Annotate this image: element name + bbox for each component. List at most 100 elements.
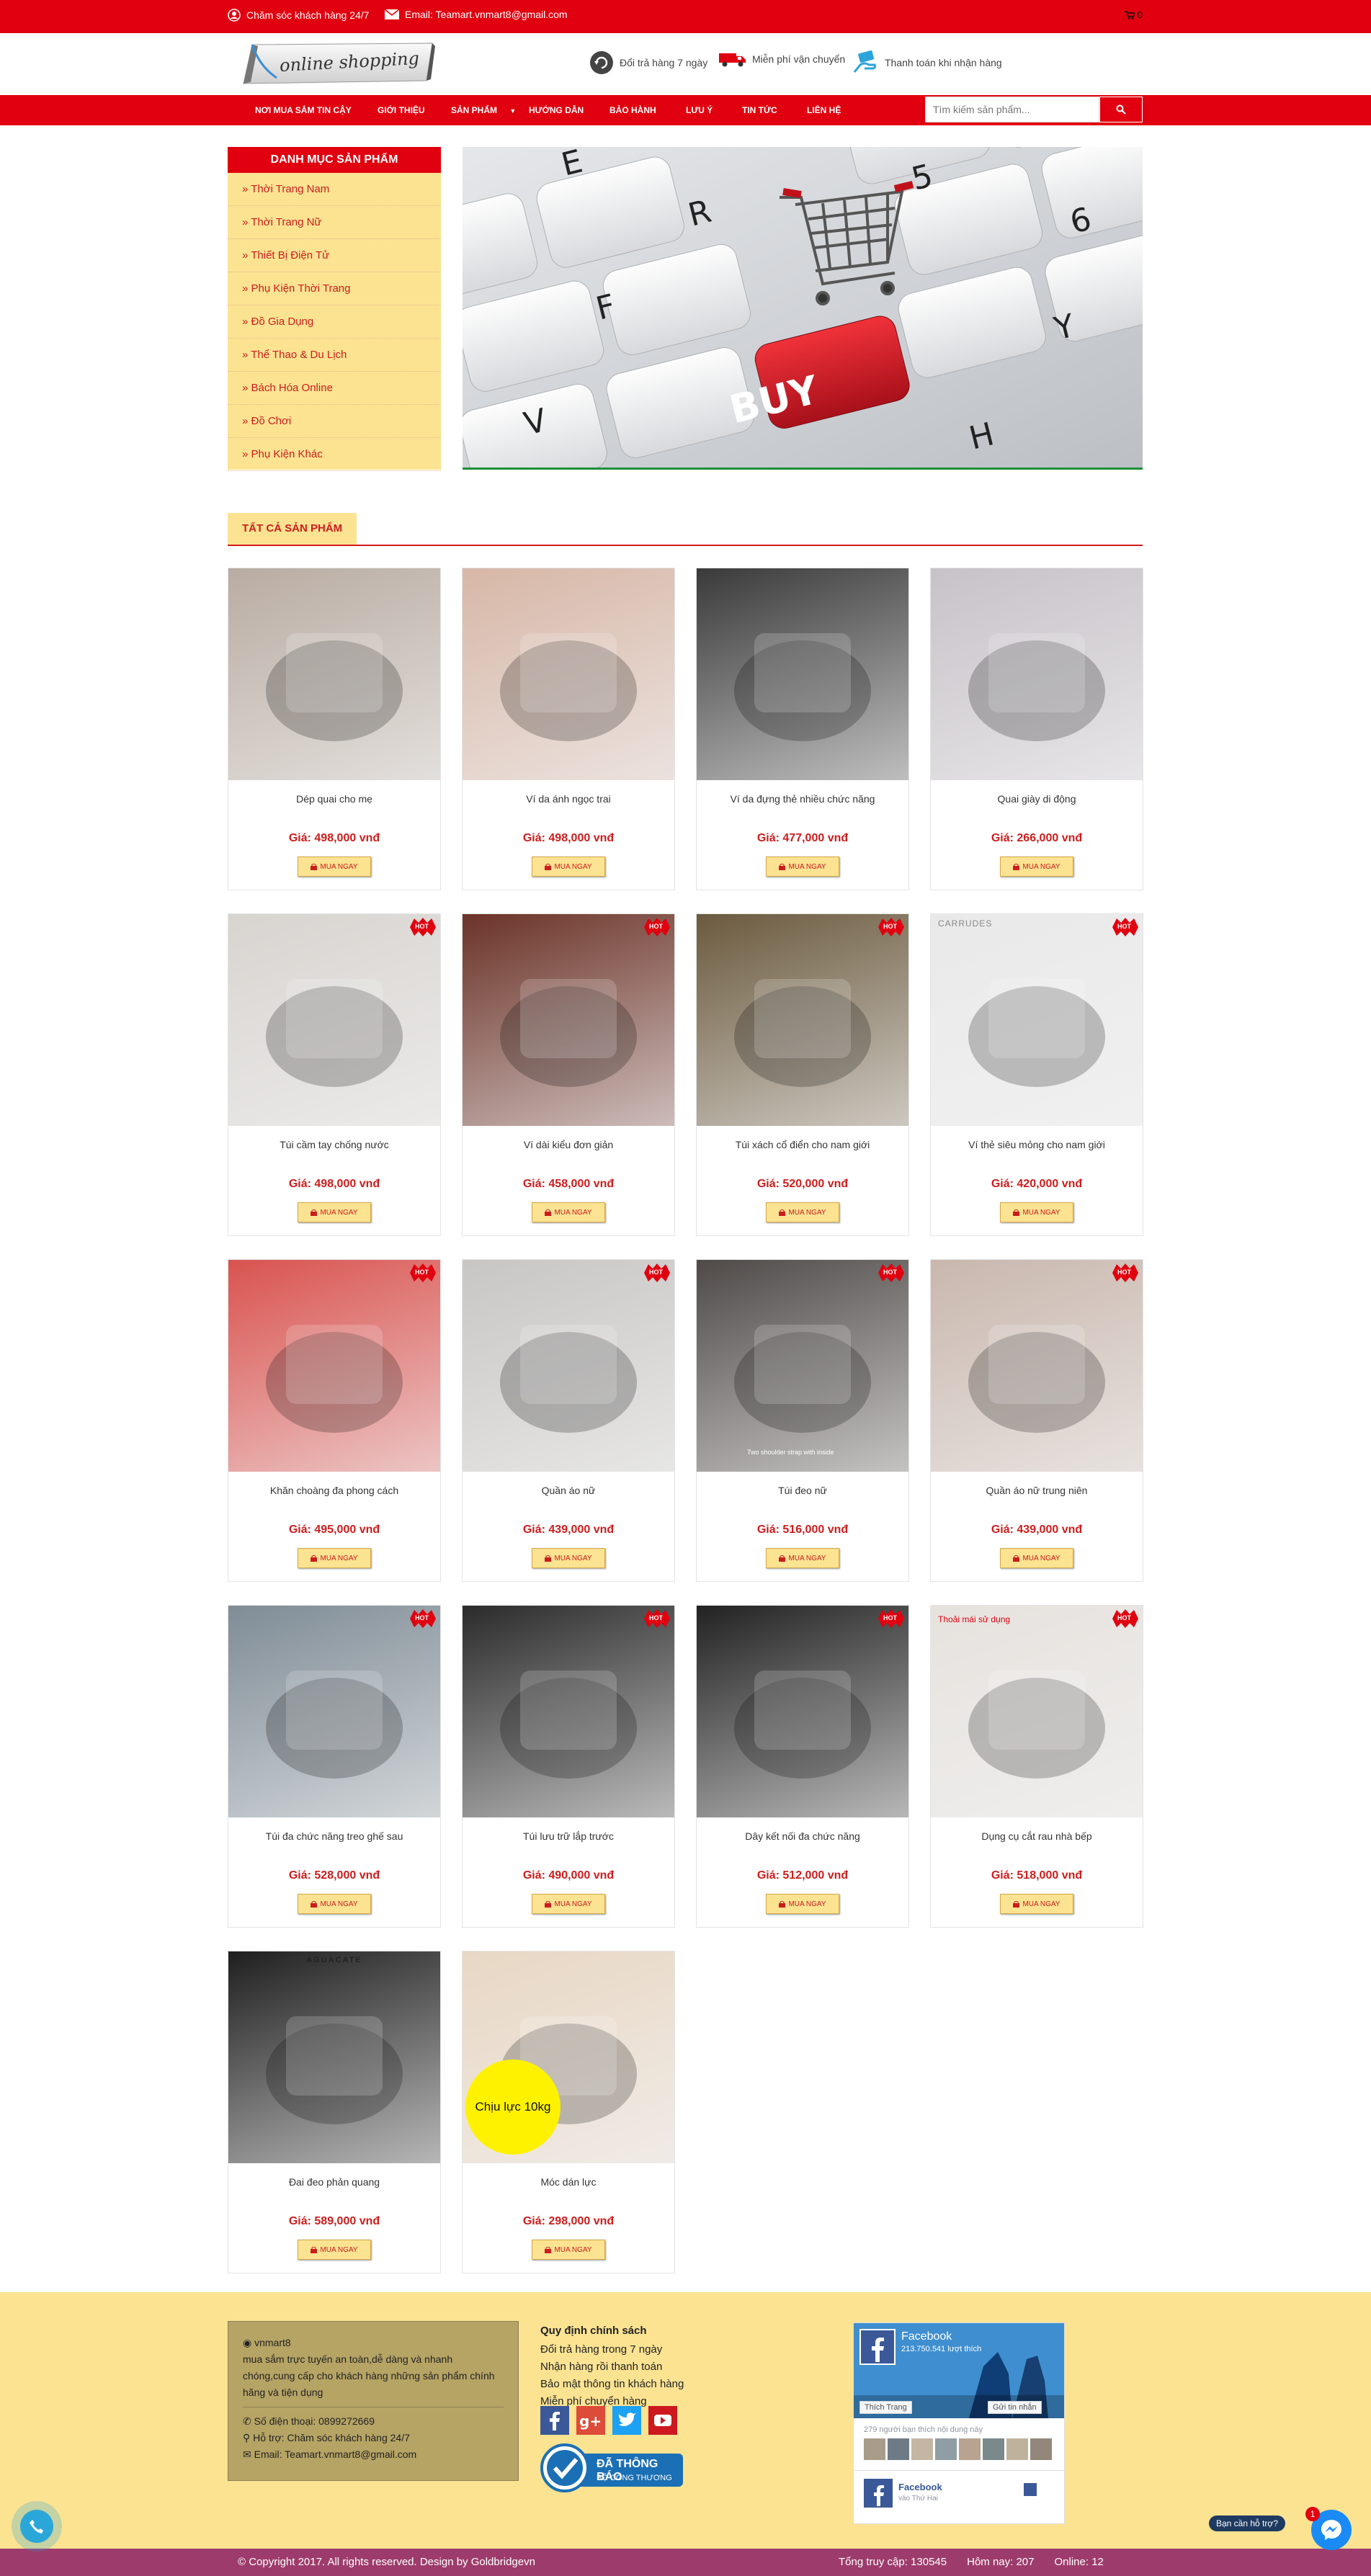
product-name[interactable]: Túi xách cổ điển cho nam giới (697, 1139, 908, 1150)
nav-guide[interactable]: HƯỚNG DẪN (529, 95, 584, 125)
buy-now-button[interactable]: MUA NGAY (298, 1548, 371, 1568)
policy-item[interactable]: Nhận hàng rồi thanh toán (540, 2358, 728, 2376)
product-name[interactable]: Quần áo nữ trung niên (931, 1485, 1143, 1496)
search-input[interactable] (925, 97, 1099, 122)
nav-about[interactable]: GIỚI THIỆU (378, 95, 425, 125)
product-card[interactable]: Dép quai cho mẹ Giá: 498,000 vnđ MUA NGAY (228, 568, 441, 890)
product-card[interactable]: Ví da ánh ngọc trai Giá: 498,000 vnđ MUA N… (462, 568, 675, 890)
product-name[interactable]: Quần áo nữ (463, 1485, 674, 1496)
search-button[interactable] (1099, 97, 1143, 122)
product-name[interactable]: Ví thẻ siêu mỏng cho nam giới (931, 1139, 1143, 1150)
product-image[interactable] (697, 1260, 908, 1472)
category-item[interactable]: » Thể Thao & Du Lịch (228, 339, 441, 372)
product-image[interactable] (463, 568, 674, 780)
buy-now-button[interactable]: MUA NGAY (1000, 1548, 1073, 1568)
product-card[interactable]: HOT Túi đa chức năng treo ghế sau Giá: 528… (228, 1605, 441, 1928)
buy-now-button[interactable]: MUA NGAY (532, 1548, 605, 1568)
product-name[interactable]: Móc dán lực (463, 2176, 674, 2188)
product-card[interactable]: HOT Dụng cụ cắt rau nhà bếp Giá: 518,000 v… (930, 1605, 1143, 1928)
product-image[interactable] (931, 1260, 1143, 1472)
facebook-page-widget[interactable]: Facebook 213.750.541 lượt thích Thích Tr… (853, 2322, 1065, 2524)
product-name[interactable]: Ví da ánh ngọc trai (463, 793, 674, 805)
product-name[interactable]: Ví da đựng thẻ nhiều chức năng (697, 793, 908, 805)
product-name[interactable]: Quai giày di động (931, 793, 1143, 805)
product-name[interactable]: Túi đa chức năng treo ghế sau (228, 1830, 440, 1842)
buy-now-button[interactable]: MUA NGAY (1000, 1202, 1073, 1222)
buy-now-button[interactable]: MUA NGAY (298, 1894, 371, 1914)
buy-now-button[interactable]: MUA NGAY (532, 857, 605, 877)
product-card[interactable]: HOT Dây kết nối đa chức năng Giá: 512,000 … (696, 1605, 909, 1928)
product-image[interactable] (463, 1606, 674, 1817)
buy-now-button[interactable]: MUA NGAY (532, 1202, 605, 1222)
product-card[interactable]: Quai giày di động Giá: 266,000 vnđ MUA NGA… (930, 568, 1143, 890)
product-image[interactable] (463, 914, 674, 1126)
product-name[interactable]: Dây kết nối đa chức năng (697, 1830, 908, 1842)
twitter-icon[interactable] (612, 2406, 641, 2435)
product-name[interactable]: Túi đeo nữ (697, 1485, 908, 1496)
nav-contact[interactable]: LIÊN HỆ (807, 95, 841, 125)
product-card[interactable]: HOT Ví dài kiểu đơn giản Giá: 458,000 vnđ M… (462, 913, 675, 1236)
email-text[interactable]: Email: Teamart.vnmart8@gmail.com (405, 9, 568, 20)
product-card[interactable]: HOT Túi đeo nữ Giá: 516,000 vnđ MUA NGAY Two… (696, 1259, 909, 1582)
product-card[interactable]: HOT Túi lưu trữ lắp trước Giá: 490,000 vnđ… (462, 1605, 675, 1928)
product-name[interactable]: Khăn choàng đa phong cách (228, 1485, 440, 1496)
youtube-icon[interactable] (648, 2406, 677, 2435)
product-card[interactable]: Móc dán lực Giá: 298,000 vnđ MUA NGAY Chịu … (462, 1951, 675, 2273)
buy-now-button[interactable]: MUA NGAY (766, 857, 839, 877)
policy-item[interactable]: Đổi trả hàng trong 7 ngày (540, 2341, 728, 2358)
cart-button[interactable]: 0 (1124, 9, 1143, 20)
product-name[interactable]: Đai đeo phản quang (228, 2176, 440, 2188)
bocongthuong-badge[interactable]: ĐÃ THÔNG BÁO BỘ CÔNG THƯƠNG (540, 2443, 684, 2492)
category-item[interactable]: » Phụ Kiện Khác (228, 438, 441, 471)
product-card[interactable]: HOT Khăn choàng đa phong cách Giá: 495,000… (228, 1259, 441, 1582)
product-image[interactable] (228, 1260, 440, 1472)
buy-now-button[interactable]: MUA NGAY (298, 2240, 371, 2260)
category-item[interactable]: » Thời Trang Nữ (228, 206, 441, 239)
product-card[interactable]: HOT Túi xách cổ điển cho nam giới Giá: 520… (696, 913, 909, 1236)
product-image[interactable] (931, 568, 1143, 780)
category-item[interactable]: » Thiết Bị Điện Tử (228, 239, 441, 272)
product-card[interactable]: HOT Túi cầm tay chống nước Giá: 498,000 vn… (228, 913, 441, 1236)
facebook-icon[interactable] (540, 2406, 569, 2435)
help-tooltip[interactable]: Bạn cần hỗ trợ? (1209, 2515, 1285, 2531)
buy-now-button[interactable]: MUA NGAY (532, 2240, 605, 2260)
category-item[interactable]: » Đồ Gia Dụng (228, 305, 441, 339)
fb-like-button[interactable]: Thích Trang (859, 2401, 912, 2414)
product-image[interactable] (228, 914, 440, 1126)
nav-warranty[interactable]: BẢO HÀNH (609, 95, 656, 125)
buy-now-button[interactable]: MUA NGAY (766, 1202, 839, 1222)
nav-notes[interactable]: LƯU Ý (686, 95, 713, 125)
call-button[interactable] (12, 2501, 62, 2552)
product-image[interactable] (697, 914, 908, 1126)
category-item[interactable]: » Thời Trang Nam (228, 173, 441, 206)
nav-products[interactable]: SẢN PHẨM ▼ (451, 95, 516, 125)
product-card[interactable]: HOT Quần áo nữ trung niên Giá: 439,000 vnđ… (930, 1259, 1143, 1582)
google-plus-icon[interactable]: g+ (576, 2406, 605, 2435)
product-name[interactable]: Túi cầm tay chống nước (228, 1139, 440, 1150)
buy-now-button[interactable]: MUA NGAY (1000, 857, 1073, 877)
product-card[interactable]: HOT Quần áo nữ Giá: 439,000 vnđ MUA NGAY (462, 1259, 675, 1582)
product-card[interactable]: Ví da đựng thẻ nhiều chức năng Giá: 477,0… (696, 568, 909, 890)
buy-now-button[interactable]: MUA NGAY (1000, 1894, 1073, 1914)
email-info[interactable]: Email: Teamart.vnmart8@gmail.com (385, 9, 568, 20)
nav-home[interactable]: NƠI MUA SẮM TIN CẬY (255, 95, 352, 125)
nav-news[interactable]: TIN TỨC (742, 95, 777, 125)
fb-send-button[interactable]: Gửi tin nhắn (988, 2401, 1042, 2414)
product-name[interactable]: Dụng cụ cắt rau nhà bếp (931, 1830, 1143, 1842)
product-image[interactable] (931, 914, 1143, 1126)
product-image[interactable] (697, 568, 908, 780)
product-name[interactable]: Túi lưu trữ lắp trước (463, 1830, 674, 1842)
product-image[interactable] (228, 568, 440, 780)
policy-item[interactable]: Bảo mật thông tin khách hàng (540, 2376, 728, 2393)
category-item[interactable]: » Đồ Chơi (228, 405, 441, 438)
product-name[interactable]: Dép quai cho mẹ (228, 793, 440, 805)
product-card[interactable]: HOT Ví thẻ siêu mỏng cho nam giới Giá: 420… (930, 913, 1143, 1236)
product-name[interactable]: Ví dài kiểu đơn giản (463, 1139, 674, 1150)
product-image[interactable] (228, 1606, 440, 1817)
buy-now-button[interactable]: MUA NGAY (766, 1894, 839, 1914)
hero-banner[interactable]: E R 5 6 F Y V H BUY (463, 147, 1143, 470)
product-image[interactable] (463, 1260, 674, 1472)
buy-now-button[interactable]: MUA NGAY (298, 857, 371, 877)
buy-now-button[interactable]: MUA NGAY (532, 1894, 605, 1914)
category-item[interactable]: » Bách Hóa Online (228, 372, 441, 405)
